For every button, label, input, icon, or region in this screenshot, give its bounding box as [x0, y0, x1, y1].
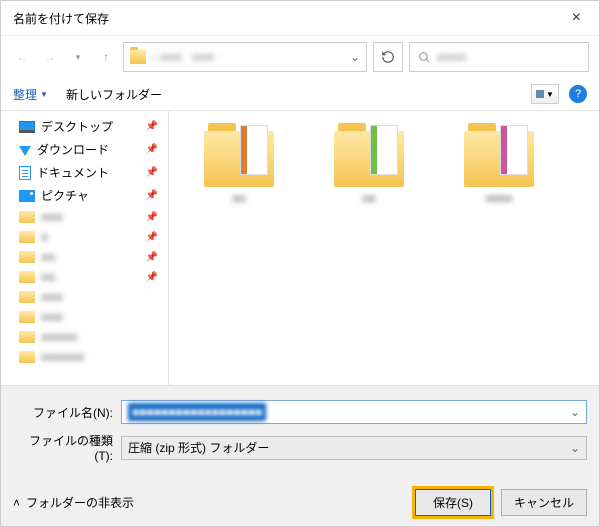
- back-button[interactable]: ←: [11, 46, 33, 68]
- chevron-down-icon[interactable]: ⌄: [350, 50, 360, 64]
- sidebar-item-label: ■■■: [41, 210, 63, 224]
- pin-icon: 📌: [146, 272, 158, 283]
- pin-icon: 📌: [146, 167, 158, 178]
- sidebar-item-label: ■■■■■■: [41, 350, 85, 364]
- organize-menu[interactable]: 整理 ▼: [13, 86, 48, 103]
- sidebar-item-label: ドキュメント: [37, 164, 109, 181]
- sidebar-item[interactable]: ■📌: [1, 227, 168, 247]
- breadcrumb: « ■■■ · ■■■ ·: [150, 50, 222, 64]
- cancel-button[interactable]: キャンセル: [501, 489, 587, 516]
- sidebar-item-label: ピクチャ: [41, 187, 89, 204]
- filename-input[interactable]: ■■■■■■■■■■■■■■■■■■ ⌄: [121, 400, 587, 424]
- sidebar-item[interactable]: ■■ 📌: [1, 267, 168, 287]
- sidebar-item-label: ■■■■■: [41, 330, 77, 344]
- hide-folders-toggle[interactable]: ˄ フォルダーの非表示: [13, 494, 134, 511]
- organize-label: 整理: [13, 86, 37, 103]
- sidebar-item[interactable]: ■■ 📌: [1, 247, 168, 267]
- filetype-value: 圧縮 (zip 形式) フォルダー: [128, 439, 269, 456]
- pin-icon: 📌: [146, 252, 158, 263]
- sidebar-item-label: ダウンロード: [37, 141, 109, 158]
- refresh-button[interactable]: [373, 42, 403, 72]
- sidebar-item-documents[interactable]: ドキュメント 📌: [1, 161, 168, 184]
- document-icon: [19, 166, 31, 180]
- folder-large-icon: [334, 131, 404, 187]
- sidebar-item-label: ■■: [41, 250, 56, 264]
- sidebar-item[interactable]: ■■■: [1, 287, 168, 307]
- search-placeholder: ■■■■: [437, 50, 466, 64]
- sidebar-item-label: デスクトップ: [41, 118, 113, 135]
- forward-button[interactable]: →: [39, 46, 61, 68]
- hide-folders-label: フォルダーの非表示: [26, 494, 134, 511]
- chevron-down-icon: ⌄: [570, 441, 580, 455]
- sidebar-item[interactable]: ■■■ 📌: [1, 207, 168, 227]
- folder-icon: [19, 331, 35, 343]
- folder-large-icon: [204, 131, 274, 187]
- filename-label: ファイル名(N):: [13, 404, 113, 421]
- filetype-select[interactable]: 圧縮 (zip 形式) フォルダー ⌄: [121, 436, 587, 460]
- address-bar[interactable]: « ■■■ · ■■■ · ⌄: [123, 42, 367, 72]
- up-button[interactable]: ↑: [95, 46, 117, 68]
- folder-icon: [19, 351, 35, 363]
- folder-icon: [19, 271, 35, 283]
- help-button[interactable]: ?: [569, 85, 587, 103]
- folder-item[interactable]: ■■■■: [449, 131, 549, 205]
- folder-large-icon: [464, 131, 534, 187]
- sidebar-item-label: ■■■: [41, 310, 63, 324]
- sidebar-item-desktop[interactable]: デスクトップ 📌: [1, 115, 168, 138]
- sidebar-item-label: ■■: [41, 270, 56, 284]
- folder-icon: [19, 231, 35, 243]
- folder-icon: [19, 211, 35, 223]
- view-options-button[interactable]: ▼: [531, 84, 559, 104]
- recent-dropdown[interactable]: ▾: [67, 46, 89, 68]
- pin-icon: 📌: [146, 121, 158, 132]
- filetype-label: ファイルの種類(T):: [13, 432, 113, 463]
- folder-label: ■■: [362, 193, 375, 205]
- pin-icon: 📌: [146, 190, 158, 201]
- search-icon: [418, 51, 431, 64]
- pictures-icon: [19, 190, 35, 202]
- folder-icon: [19, 251, 35, 263]
- new-folder-button[interactable]: 新しいフォルダー: [66, 86, 162, 103]
- sidebar-item-label: ■■■: [41, 290, 63, 304]
- sidebar: デスクトップ📌 ダウンロード📌 ドキュメント📌 ピクチャ📌 ■■■📌 ■📌 ■■…: [1, 111, 169, 385]
- folder-item[interactable]: ■■: [189, 131, 289, 205]
- folder-item[interactable]: ■■: [319, 131, 419, 205]
- sidebar-item[interactable]: ■■■: [1, 307, 168, 327]
- sidebar-item[interactable]: ■■■■■■: [1, 347, 168, 367]
- save-button[interactable]: 保存(S): [415, 489, 491, 516]
- pin-icon: 📌: [146, 144, 158, 155]
- sidebar-item-downloads[interactable]: ダウンロード 📌: [1, 138, 168, 161]
- sidebar-item-label: ■: [41, 230, 48, 244]
- sidebar-item[interactable]: ■■■■■: [1, 327, 168, 347]
- file-content-area[interactable]: ■■ ■■ ■■■■: [169, 111, 599, 385]
- pin-icon: 📌: [146, 212, 158, 223]
- chevron-up-icon: ˄: [13, 496, 20, 510]
- filename-value: ■■■■■■■■■■■■■■■■■■: [128, 403, 266, 421]
- folder-label: ■■: [232, 193, 245, 205]
- sidebar-item-pictures[interactable]: ピクチャ 📌: [1, 184, 168, 207]
- folder-icon: [19, 291, 35, 303]
- chevron-down-icon: ▼: [40, 90, 48, 99]
- search-input[interactable]: ■■■■: [409, 42, 589, 72]
- close-button[interactable]: ×: [566, 9, 587, 27]
- desktop-icon: [19, 121, 35, 133]
- folder-icon: [19, 311, 35, 323]
- pin-icon: 📌: [146, 232, 158, 243]
- chevron-down-icon[interactable]: ⌄: [570, 405, 580, 419]
- folder-icon: [130, 50, 146, 64]
- download-icon: [19, 146, 31, 156]
- folder-label: ■■■■: [486, 193, 513, 205]
- window-title: 名前を付けて保存: [13, 10, 109, 27]
